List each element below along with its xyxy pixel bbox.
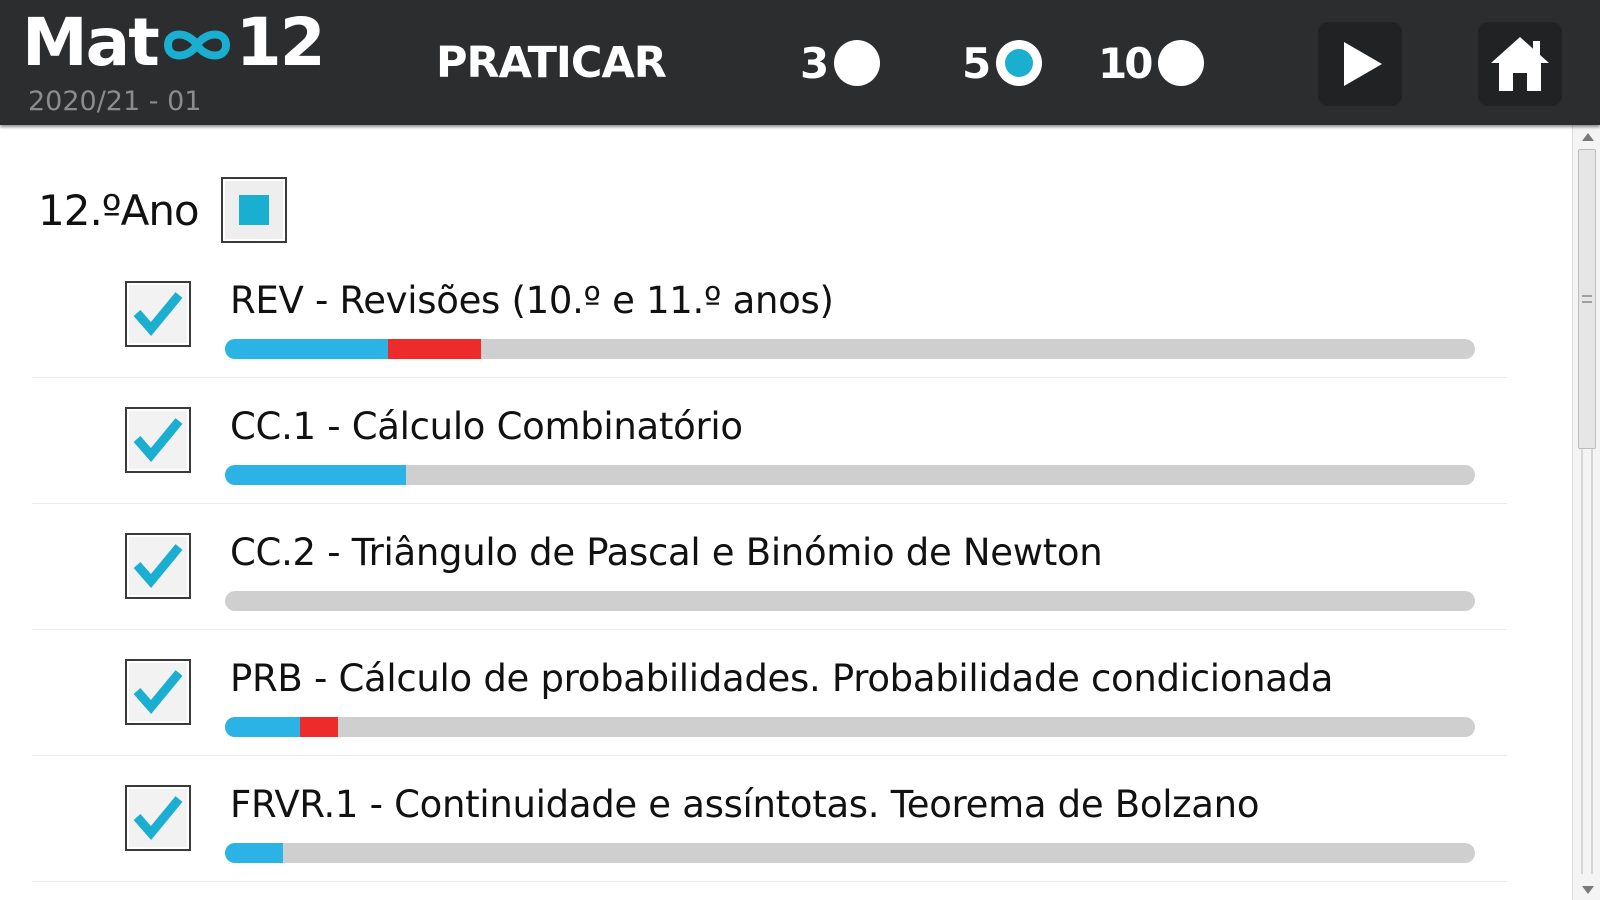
version-label: 2020/21 - 01 xyxy=(28,86,202,117)
topic-progress-bar xyxy=(225,465,1475,485)
year-select-all-checkbox[interactable] xyxy=(220,177,287,243)
topic-checkbox[interactable] xyxy=(125,659,191,725)
topic-checkbox[interactable] xyxy=(125,407,191,473)
topic-row[interactable]: CC.1 - Cálculo Combinatório xyxy=(32,377,1507,504)
question-count-5-option[interactable]: 5 xyxy=(962,38,1043,88)
checkmark-icon xyxy=(133,292,183,336)
infinity-logo-icon xyxy=(160,4,234,81)
question-count-3-option[interactable]: 3 xyxy=(800,38,881,88)
topic-title: CC.1 - Cálculo Combinatório xyxy=(230,405,743,448)
scroll-grip-icon xyxy=(1582,295,1592,303)
radio-button[interactable] xyxy=(834,40,881,86)
topic-progress-bar xyxy=(225,843,1475,863)
question-count-10-option[interactable]: 10 xyxy=(1098,38,1205,88)
scroll-up-arrow-icon[interactable] xyxy=(1582,133,1594,141)
topic-progress-bar xyxy=(225,717,1475,737)
progress-wrong-segment xyxy=(387,339,482,359)
progress-correct-segment xyxy=(225,843,283,863)
topic-checkbox[interactable] xyxy=(125,785,191,851)
checkmark-icon xyxy=(133,670,183,714)
partial-check-indicator xyxy=(238,195,269,225)
top-bar: Mat 12 2020/21 - 01 PRATICAR 3 5 10 xyxy=(0,0,1600,125)
topic-title: FRVR.1 - Continuidade e assíntotas. Teor… xyxy=(230,783,1260,826)
mode-title: PRATICAR xyxy=(436,38,667,88)
topic-row[interactable]: FRVR.1 - Continuidade e assíntotas. Teor… xyxy=(32,755,1507,882)
play-button[interactable] xyxy=(1318,22,1402,106)
topic-row[interactable]: REV - Revisões (10.º e 11.º anos) xyxy=(32,251,1507,378)
scroll-down-arrow-icon[interactable] xyxy=(1582,886,1594,894)
home-icon xyxy=(1491,37,1549,91)
topic-checkbox[interactable] xyxy=(125,533,191,599)
home-button[interactable] xyxy=(1478,22,1562,106)
topic-title: PRB - Cálculo de probabilidades. Probabi… xyxy=(230,657,1334,700)
topic-progress-bar xyxy=(225,339,1475,359)
year-group-header: 12.ºAno xyxy=(38,177,287,243)
play-icon xyxy=(1344,42,1382,86)
year-label: 12.ºAno xyxy=(38,185,200,235)
question-count-label: 5 xyxy=(962,38,991,88)
checkmark-icon xyxy=(133,544,183,588)
progress-wrong-segment xyxy=(300,717,338,737)
radio-button-selected[interactable] xyxy=(996,40,1043,86)
topic-row[interactable]: PRB - Cálculo de probabilidades. Probabi… xyxy=(32,629,1507,756)
logo-suffix: 12 xyxy=(235,3,326,81)
progress-correct-segment xyxy=(225,717,300,737)
question-count-label: 10 xyxy=(1098,38,1153,88)
logo-prefix: Mat xyxy=(22,3,160,81)
topic-checkbox[interactable] xyxy=(125,281,191,347)
radio-button[interactable] xyxy=(1158,40,1205,86)
app-logo: Mat 12 xyxy=(22,2,326,82)
vertical-scrollbar[interactable] xyxy=(1572,125,1600,900)
topic-title: CC.2 - Triângulo de Pascal e Binómio de … xyxy=(230,531,1103,574)
progress-correct-segment xyxy=(225,339,388,359)
checkmark-icon xyxy=(133,796,183,840)
topic-progress-bar xyxy=(225,591,1475,611)
topic-list: 12.ºAno REV - Revisões (10.º e 11.º anos… xyxy=(0,125,1572,900)
progress-correct-segment xyxy=(225,465,407,485)
topic-title: REV - Revisões (10.º e 11.º anos) xyxy=(230,279,834,322)
topic-row[interactable]: CC.2 - Triângulo de Pascal e Binómio de … xyxy=(32,503,1507,630)
checkmark-icon xyxy=(133,418,183,462)
question-count-label: 3 xyxy=(800,38,829,88)
